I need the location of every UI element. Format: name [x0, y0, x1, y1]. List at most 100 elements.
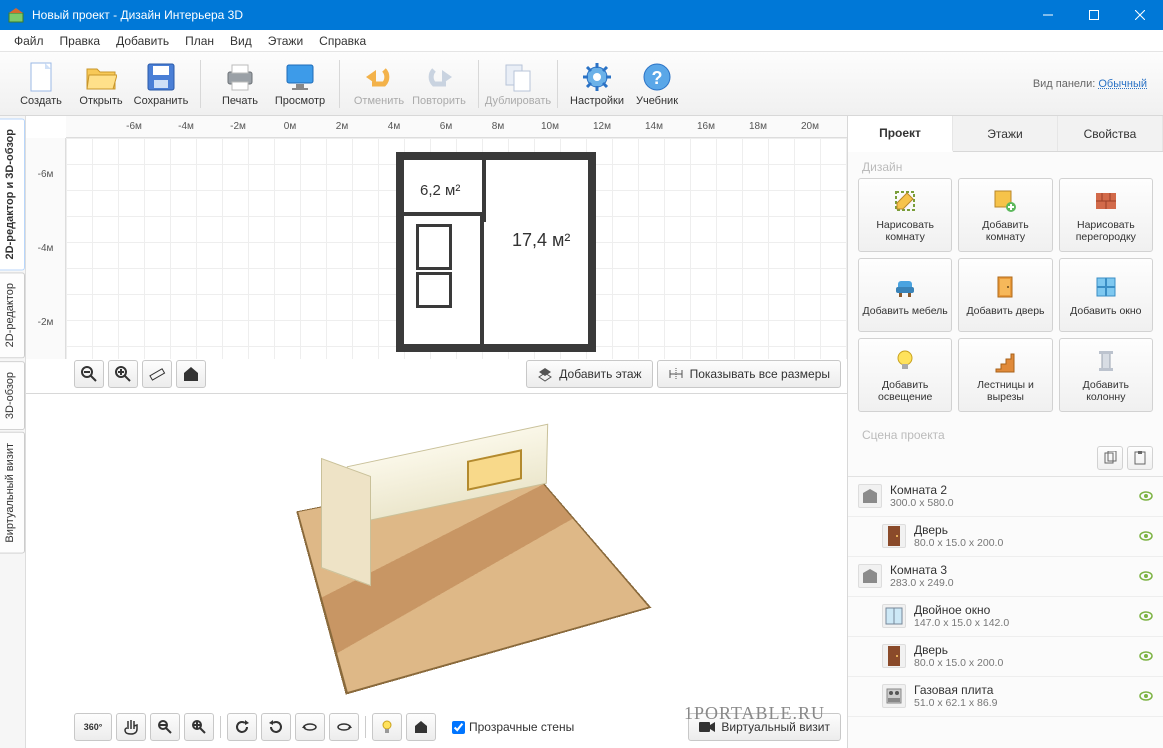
preview-button[interactable]: Просмотр [271, 56, 329, 112]
layers-icon [537, 366, 553, 382]
room-big[interactable]: 17,4 м² [476, 152, 596, 352]
add-column-button[interactable]: Добавить колонну [1059, 338, 1153, 412]
scene-copy-button[interactable] [1097, 446, 1123, 470]
menubar: Файл Правка Добавить План Вид Этажи Спра… [0, 30, 1163, 52]
menu-plan[interactable]: План [177, 32, 222, 50]
zoom-out-button[interactable] [74, 360, 104, 388]
list-item[interactable]: Газовая плита51.0 x 62.1 x 86.9 [848, 677, 1163, 717]
redo-button[interactable]: Повторить [410, 56, 468, 112]
view3d-canvas[interactable] [74, 402, 839, 708]
transparent-walls-checkbox[interactable]: Прозрачные стены [452, 720, 574, 734]
duplicate-button[interactable]: Дублировать [489, 56, 547, 112]
tilt-left-button[interactable] [295, 713, 325, 741]
rotate-cw-button[interactable] [261, 713, 291, 741]
object-name: Комната 3 [890, 563, 954, 577]
zoom-in-button[interactable] [108, 360, 138, 388]
stove-icon [882, 684, 906, 708]
side-tab-2d3d[interactable]: 2D-редактор и 3D-обзор [0, 118, 25, 270]
zoom-in-3d-button[interactable] [184, 713, 214, 741]
add-furniture-button[interactable]: Добавить мебель [858, 258, 952, 332]
add-window-button[interactable]: Добавить окно [1059, 258, 1153, 332]
light-button[interactable] [372, 713, 402, 741]
print-button[interactable]: Печать [211, 56, 269, 112]
side-tab-3d[interactable]: 3D-обзор [0, 361, 25, 430]
zoom-out-3d-button[interactable] [150, 713, 180, 741]
room-hall[interactable] [396, 212, 484, 352]
list-item[interactable]: Комната 2300.0 x 580.0 [848, 477, 1163, 517]
add-lighting-button[interactable]: Добавить освещение [858, 338, 952, 412]
settings-button[interactable]: Настройки [568, 56, 626, 112]
list-item[interactable]: Двойное окно147.0 x 15.0 x 142.0 [848, 597, 1163, 637]
canvas-column: -6м-4м-2м0м2м4м6м8м10м12м14м16м18м20м -6… [26, 116, 847, 748]
rotate-ccw-button[interactable] [227, 713, 257, 741]
panel-mode: Вид панели: Обычный [1033, 78, 1157, 90]
tilt-right-button[interactable] [329, 713, 359, 741]
tab-floors[interactable]: Этажи [953, 116, 1058, 151]
object-dims: 80.0 x 15.0 x 200.0 [914, 537, 1003, 550]
scene-section-title: Сцена проекта [848, 420, 1163, 446]
brick-icon [1092, 187, 1120, 215]
visibility-icon[interactable] [1139, 529, 1153, 543]
save-button[interactable]: Сохранить [132, 56, 190, 112]
menu-view[interactable]: Вид [222, 32, 260, 50]
menu-file[interactable]: Файл [6, 32, 52, 50]
pan-button[interactable] [116, 713, 146, 741]
maximize-button[interactable] [1071, 0, 1117, 30]
minimize-button[interactable] [1025, 0, 1071, 30]
add-door-button[interactable]: Добавить дверь [958, 258, 1052, 332]
add-floor-button[interactable]: Добавить этаж [526, 360, 652, 388]
tab-project[interactable]: Проект [848, 116, 953, 152]
menu-floors[interactable]: Этажи [260, 32, 311, 50]
help-icon: ? [641, 61, 673, 93]
room-icon [858, 564, 882, 588]
menu-add[interactable]: Добавить [108, 32, 177, 50]
scene-paste-button[interactable] [1127, 446, 1153, 470]
open-button[interactable]: Открыть [72, 56, 130, 112]
object-name: Дверь [914, 643, 1003, 657]
pencil-icon [891, 187, 919, 215]
ruler-vertical: -6м -4м -2м [26, 138, 66, 359]
home-3d-button[interactable] [406, 713, 436, 741]
draw-room-button[interactable]: Нарисовать комнату [858, 178, 952, 252]
side-tab-vr[interactable]: Виртуальный визит [0, 432, 25, 554]
svg-text:?: ? [652, 68, 663, 88]
window-title: Новый проект - Дизайн Интерьера 3D [32, 8, 1025, 22]
room-icon [858, 484, 882, 508]
visibility-icon[interactable] [1139, 689, 1153, 703]
undo-button[interactable]: Отменить [350, 56, 408, 112]
panel-mode-link[interactable]: Обычный [1098, 78, 1147, 90]
plan-canvas[interactable]: 17,4 м² 6,2 м² [66, 138, 847, 359]
bulb-icon [891, 347, 919, 375]
add-room-button[interactable]: Добавить комнату [958, 178, 1052, 252]
visibility-icon[interactable] [1139, 609, 1153, 623]
show-dimensions-button[interactable]: Показывать все размеры [657, 360, 841, 388]
window-icon [1092, 273, 1120, 301]
orbit-360-button[interactable]: 360° [74, 713, 112, 741]
side-tab-2d[interactable]: 2D-редактор [0, 272, 25, 358]
visibility-icon[interactable] [1139, 569, 1153, 583]
list-item[interactable]: Дверь80.0 x 15.0 x 200.0 [848, 517, 1163, 557]
workspace: 2D-редактор и 3D-обзор 2D-редактор 3D-об… [0, 116, 1163, 748]
tutorial-button[interactable]: ?Учебник [628, 56, 686, 112]
object-dims: 80.0 x 15.0 x 200.0 [914, 657, 1003, 670]
stairs-icon [991, 347, 1019, 375]
menu-edit[interactable]: Правка [52, 32, 109, 50]
close-button[interactable] [1117, 0, 1163, 30]
menu-help[interactable]: Справка [311, 32, 374, 50]
visibility-icon[interactable] [1139, 489, 1153, 503]
stairs-cutouts-button[interactable]: Лестницы и вырезы [958, 338, 1052, 412]
object-list[interactable]: Комната 2300.0 x 580.0Дверь80.0 x 15.0 x… [848, 476, 1163, 748]
object-dims: 300.0 x 580.0 [890, 497, 954, 510]
undo-icon [363, 61, 395, 93]
design-section-title: Дизайн [848, 152, 1163, 178]
object-dims: 147.0 x 15.0 x 142.0 [914, 617, 1009, 630]
list-item[interactable]: Дверь80.0 x 15.0 x 200.0 [848, 637, 1163, 677]
tab-properties[interactable]: Свойства [1058, 116, 1163, 151]
visibility-icon[interactable] [1139, 649, 1153, 663]
object-dims: 283.0 x 249.0 [890, 577, 954, 590]
new-button[interactable]: Создать [12, 56, 70, 112]
home-button[interactable] [176, 360, 206, 388]
list-item[interactable]: Комната 3283.0 x 249.0 [848, 557, 1163, 597]
draw-partition-button[interactable]: Нарисовать перегородку [1059, 178, 1153, 252]
ruler-button[interactable] [142, 360, 172, 388]
